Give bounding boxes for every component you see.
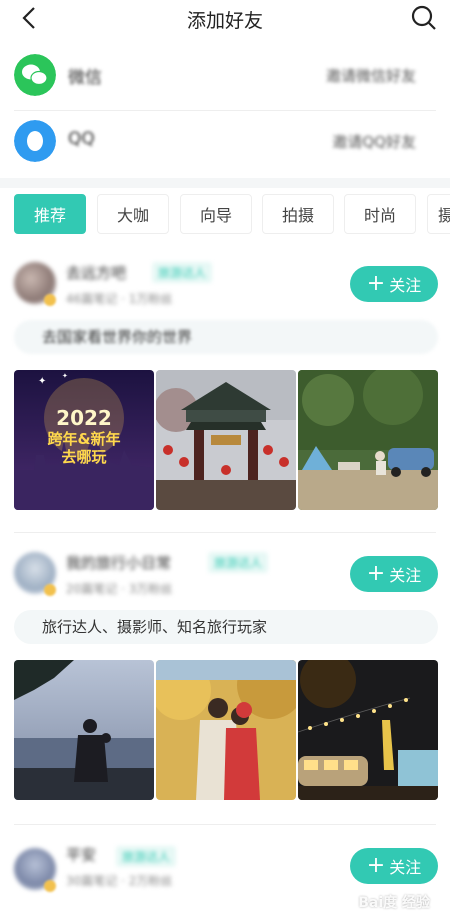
section-separator [0, 178, 450, 188]
photo-thumbnail[interactable] [156, 370, 296, 510]
photo-thumbnail[interactable]: 2022 跨年&新年 去哪玩 ✦ ✦ [14, 370, 154, 510]
wechat-icon [14, 54, 56, 96]
tab-more[interactable]: 摄 [427, 194, 450, 234]
plus-icon: + [366, 271, 386, 296]
invite-row-qq[interactable]: QQ 邀请QQ好友 [0, 112, 450, 178]
user-meta: 30篇笔记 · 2万粉丝 [66, 874, 173, 888]
follow-button[interactable]: + 关注 [350, 266, 438, 302]
follow-button[interactable]: + 关注 [350, 848, 438, 884]
user-card: 我的旅行小日常 旅游达人 20篇笔记 · 3万粉丝 + 关注 旅行达人、摄影师、… [0, 540, 450, 820]
user-intro: 旅行达人、摄影师、知名旅行玩家 [14, 610, 438, 644]
tab-guide[interactable]: 向导 [180, 194, 252, 234]
invite-app-name: QQ [68, 129, 95, 149]
photo-caption-line2: 跨年&新年 [47, 430, 120, 448]
username[interactable]: 去远方吧 [66, 262, 126, 283]
user-meta: 46篇笔记 · 1万粉丝 [66, 292, 173, 306]
user-meta: 20篇笔记 · 3万粉丝 [66, 582, 173, 596]
svg-text:✦: ✦ [62, 372, 68, 380]
user-tag: 旅游达人 [208, 552, 269, 573]
divider [14, 532, 436, 533]
photo-thumbnail[interactable] [298, 370, 438, 510]
username[interactable]: 平安 [66, 844, 96, 865]
search-button[interactable] [410, 4, 438, 32]
photo-thumbnail[interactable] [298, 660, 438, 800]
username[interactable]: 我的旅行小日常 [66, 552, 171, 573]
tab-influencer[interactable]: 大咖 [97, 194, 169, 234]
tab-fashion[interactable]: 时尚 [344, 194, 416, 234]
baidu-watermark: Bai度 经验 [358, 895, 430, 911]
qq-icon [14, 120, 56, 162]
verified-badge [44, 584, 56, 596]
page-title: 添加好友 [186, 10, 263, 32]
follow-label: 关注 [389, 566, 422, 585]
user-card: 平安 旅游达人 30篇笔记 · 2万粉丝 + 关注 Bai度 经验 [0, 836, 450, 920]
invite-wechat-link[interactable]: 邀请微信好友 [326, 65, 416, 86]
invite-row-wechat[interactable]: 微信 邀请微信好友 [0, 46, 450, 112]
tab-photography[interactable]: 拍摄 [262, 194, 334, 234]
search-icon [411, 5, 436, 30]
photo-caption-year: 2022 [56, 406, 112, 430]
verified-badge [44, 294, 56, 306]
user-card: 去远方吧 旅游达人 46篇笔记 · 1万粉丝 + 关注 去国家看世界你的世界 2… [0, 250, 450, 530]
photo-caption-line3: 去哪玩 [61, 448, 106, 466]
follow-label: 关注 [389, 276, 422, 295]
header: 添加好友 [0, 0, 450, 40]
follow-label: 关注 [389, 858, 422, 877]
tab-recommend[interactable]: 推荐 [14, 194, 86, 234]
verified-badge [44, 880, 56, 892]
photo-row: 2022 跨年&新年 去哪玩 ✦ ✦ [14, 370, 438, 510]
user-tag: 旅游达人 [152, 262, 213, 283]
photo-thumbnail[interactable] [14, 660, 154, 800]
photo-row [14, 660, 438, 800]
invite-app-name: 微信 [68, 68, 102, 88]
user-intro: 去国家看世界你的世界 [14, 320, 438, 354]
category-tabs: 推荐 大咖 向导 拍摄 时尚 摄 [0, 194, 450, 236]
user-tag: 旅游达人 [116, 846, 177, 867]
photo-thumbnail[interactable] [156, 660, 296, 800]
invite-qq-link[interactable]: 邀请QQ好友 [332, 131, 416, 152]
plus-icon: + [366, 853, 386, 878]
divider [14, 824, 436, 825]
divider [14, 110, 436, 111]
plus-icon: + [366, 561, 386, 586]
svg-text:✦: ✦ [38, 376, 46, 387]
follow-button[interactable]: + 关注 [350, 556, 438, 592]
